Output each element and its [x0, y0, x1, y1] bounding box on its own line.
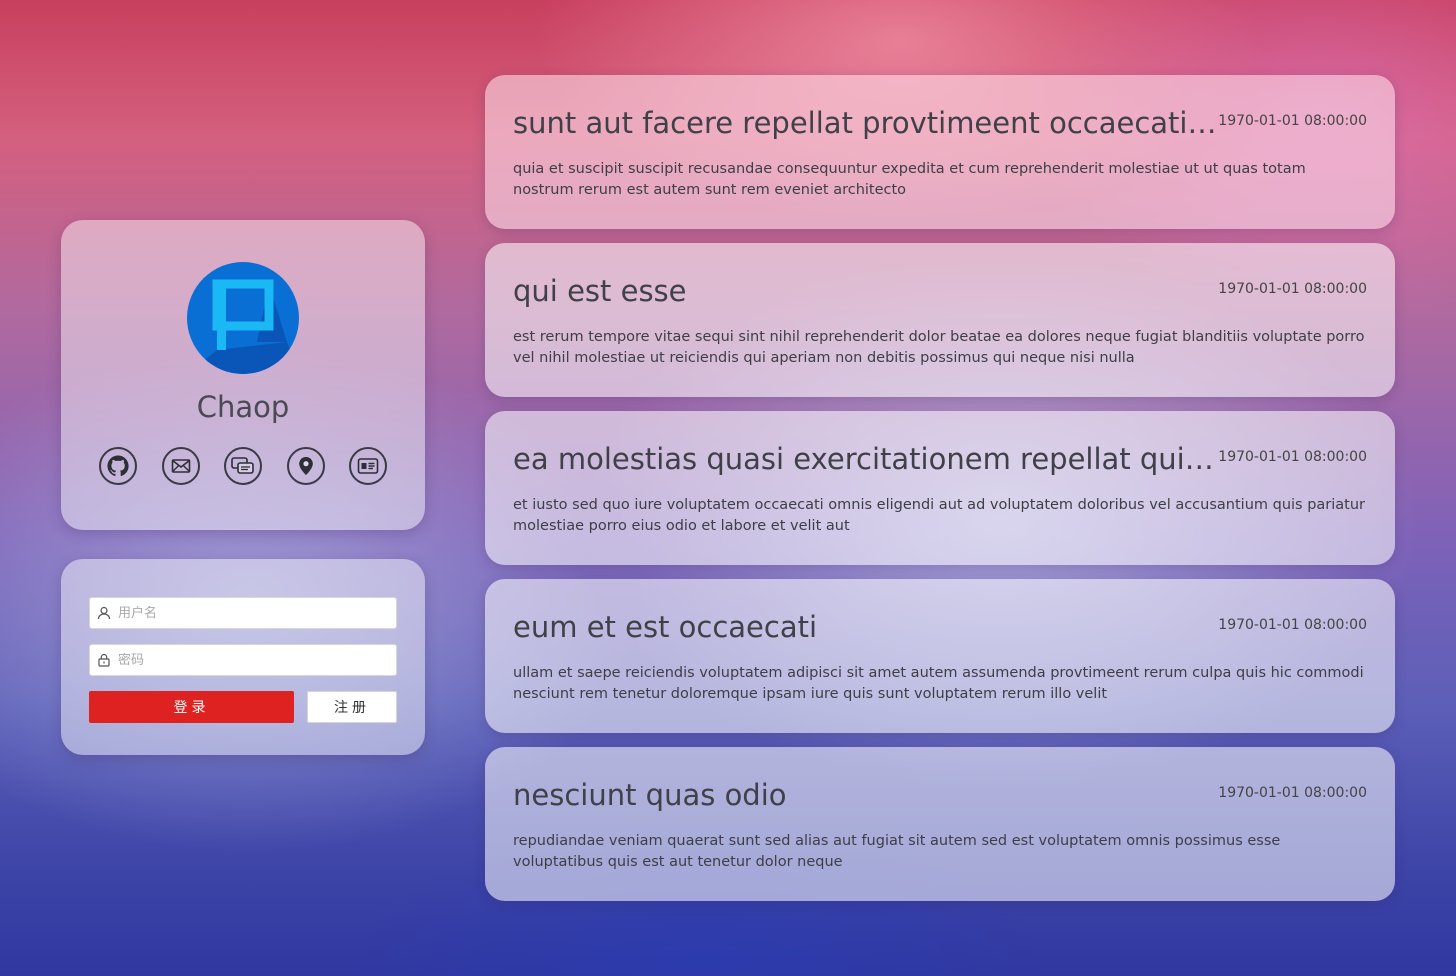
- post-header: qui est esse 1970-01-01 08:00:00: [513, 271, 1367, 311]
- post-header: eum et est occaecati 1970-01-01 08:00:00: [513, 607, 1367, 647]
- post-card[interactable]: sunt aut facere repellat provtimeent occ…: [485, 75, 1395, 229]
- github-icon: [107, 455, 129, 477]
- post-header: sunt aut facere repellat provtimeent occ…: [513, 103, 1367, 143]
- username-field[interactable]: [89, 597, 397, 629]
- post-title[interactable]: ea molestias quasi exercitationem repell…: [513, 439, 1218, 479]
- post-date: 1970-01-01 08:00:00: [1218, 449, 1367, 465]
- chat-icon: [231, 457, 254, 474]
- sidebar: Chaop 用户名 登录 注册: [61, 220, 425, 755]
- username-input[interactable]: [118, 605, 378, 621]
- post-body: repudiandae veniam quaerat sunt sed alia…: [513, 833, 1281, 870]
- profile-card: Chaop: [61, 220, 425, 530]
- social-links: [99, 447, 387, 485]
- location-link[interactable]: [286, 447, 325, 485]
- password-input[interactable]: [118, 652, 378, 668]
- location-icon: [298, 457, 313, 475]
- post-card[interactable]: nesciunt quas odio 1970-01-01 08:00:00 r…: [485, 747, 1395, 901]
- post-list: sunt aut facere repellat provtimeent occ…: [485, 75, 1395, 915]
- post-body: ullam et saepe reiciendis voluptatem adi…: [513, 665, 1364, 702]
- post-date: 1970-01-01 08:00:00: [1218, 281, 1367, 297]
- post-date: 1970-01-01 08:00:00: [1218, 617, 1367, 633]
- github-link[interactable]: [99, 447, 137, 485]
- post-title[interactable]: eum et est occaecati: [513, 607, 817, 647]
- post-card[interactable]: eum et est occaecati 1970-01-01 08:00:00…: [485, 579, 1395, 733]
- post-card[interactable]: qui est esse 1970-01-01 08:00:00 est rer…: [485, 243, 1395, 397]
- post-body: est rerum tempore vitae sequi sint nihil…: [513, 329, 1365, 366]
- profile-name: Chaop: [196, 390, 290, 424]
- p-logo-icon: [187, 279, 299, 374]
- password-field[interactable]: [89, 644, 397, 676]
- chat-link[interactable]: [224, 447, 262, 485]
- login-form: 登录 注册: [61, 559, 425, 755]
- post-header: ea molestias quasi exercitationem repell…: [513, 439, 1367, 479]
- post-date: 1970-01-01 08:00:00: [1218, 785, 1367, 801]
- mail-link[interactable]: [161, 447, 200, 485]
- post-title[interactable]: qui est esse: [513, 271, 687, 311]
- post-body: quia et suscipit suscipit recusandae con…: [513, 161, 1306, 198]
- post-title[interactable]: sunt aut facere repellat provtimeent occ…: [513, 103, 1218, 143]
- post-date: 1970-01-01 08:00:00: [1218, 113, 1367, 129]
- post-card[interactable]: ea molestias quasi exercitationem repell…: [485, 411, 1395, 565]
- user-icon: [90, 606, 118, 620]
- login-button[interactable]: 登录: [89, 691, 294, 723]
- lock-icon: [90, 653, 118, 667]
- post-title[interactable]: nesciunt quas odio: [513, 775, 787, 815]
- mail-icon: [171, 459, 190, 473]
- avatar: [187, 262, 299, 374]
- id-card-link[interactable]: [349, 447, 387, 485]
- post-header: nesciunt quas odio 1970-01-01 08:00:00: [513, 775, 1367, 815]
- post-body: et iusto sed quo iure voluptatem occaeca…: [513, 497, 1366, 534]
- register-button[interactable]: 注册: [307, 691, 397, 723]
- id-card-icon: [357, 458, 379, 474]
